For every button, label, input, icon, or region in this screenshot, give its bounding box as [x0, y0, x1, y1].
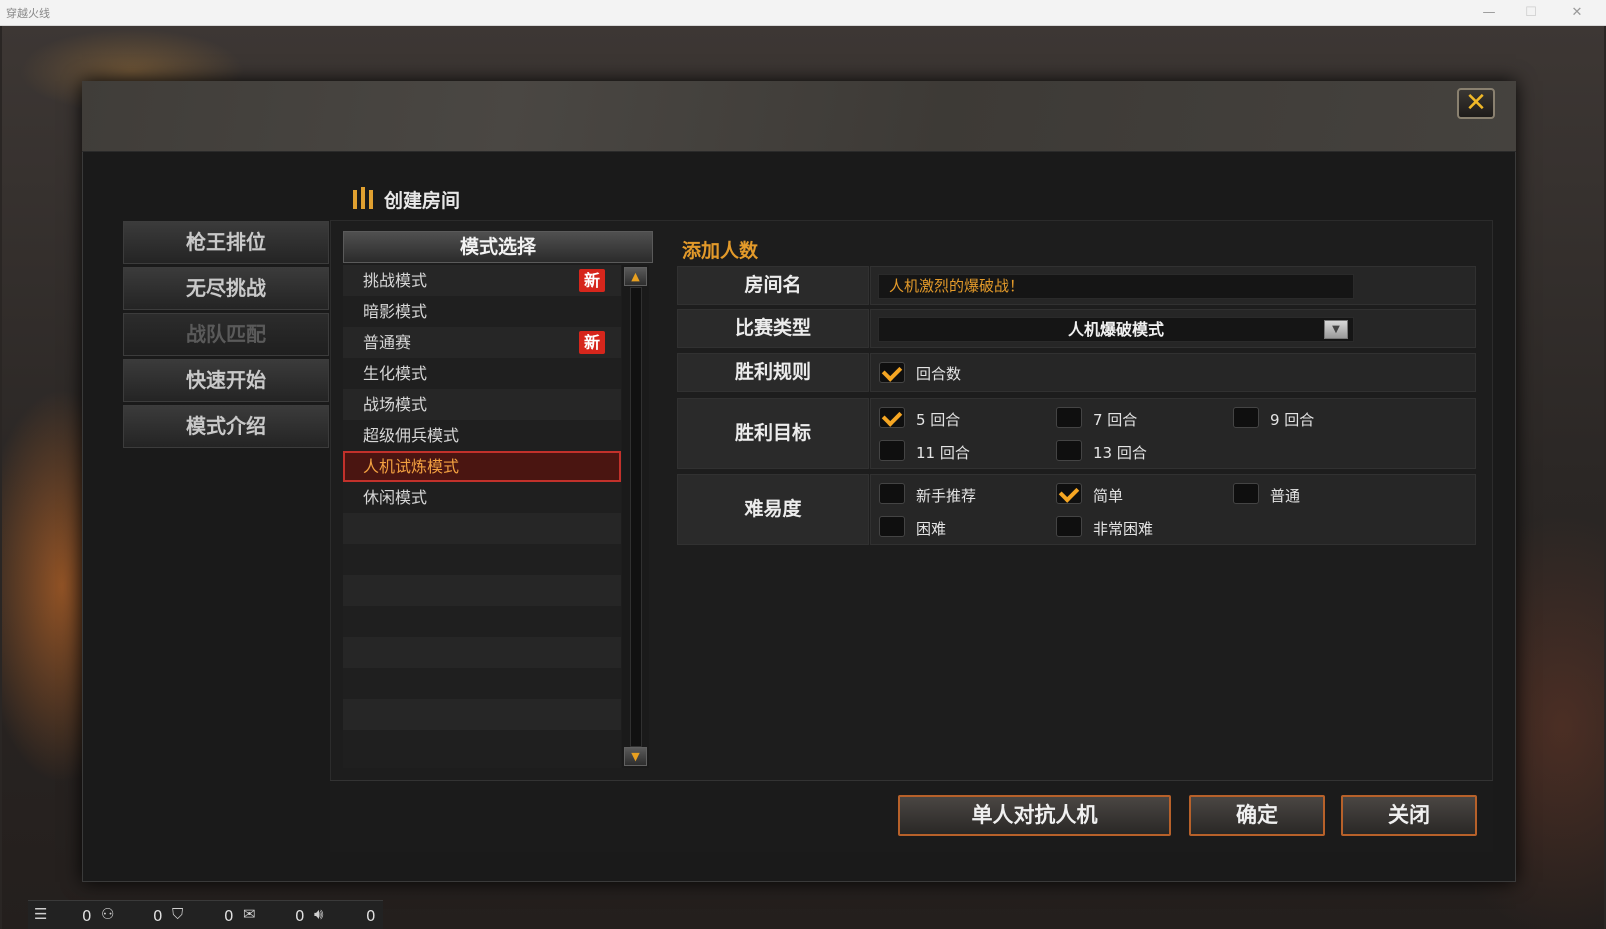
empty-row — [343, 575, 621, 606]
chat-icon[interactable]: ✉ — [243, 905, 256, 923]
win-rule-label: 胜利规则 — [677, 353, 869, 392]
empty-row — [343, 544, 621, 575]
mode-item-label: 普通赛 — [363, 333, 412, 352]
status-count: 0 — [224, 907, 234, 925]
sidebar-item-endless-challenge[interactable]: 无尽挑战 — [123, 267, 329, 310]
status-count: 0 — [153, 907, 163, 925]
mode-item-casual[interactable]: 休闲模式 — [343, 482, 621, 513]
friends-icon[interactable]: ⚇ — [101, 905, 114, 923]
empty-row — [343, 513, 621, 544]
mode-item-label: 战场模式 — [363, 395, 428, 414]
mode-item-challenge[interactable]: 挑战模式 新 — [343, 265, 621, 296]
status-count: 0 — [366, 907, 376, 925]
panel-header — [330, 173, 1493, 221]
difficulty-very-hard-checkbox[interactable] — [1056, 516, 1082, 537]
scroll-track[interactable] — [630, 287, 642, 747]
target-9-checkbox[interactable] — [1233, 407, 1259, 428]
panel-title: 创建房间 — [384, 190, 461, 212]
window-titlebar — [0, 0, 1606, 26]
target-7-label: 7 回合 — [1093, 411, 1138, 429]
empty-row — [343, 699, 621, 730]
win-rule-row: 回合数 — [870, 353, 1476, 392]
room-name-input[interactable]: 人机激烈的爆破战！ — [878, 274, 1354, 299]
status-count: 0 — [82, 907, 92, 925]
difficulty-hard-checkbox[interactable] — [879, 516, 905, 537]
difficulty-easy-label: 简单 — [1093, 487, 1124, 505]
minimize-icon[interactable]: — — [1474, 3, 1504, 23]
shield-icon[interactable]: ⛉ — [172, 905, 183, 923]
empty-row — [343, 668, 621, 699]
win-rule-rounds-label: 回合数 — [916, 365, 962, 383]
win-target-row: 5 回合 7 回合 9 回合 11 回合 13 回合 — [870, 398, 1476, 469]
mode-item-label: 生化模式 — [363, 364, 428, 383]
speaker-icon[interactable]: 🔊︎ — [314, 905, 323, 923]
target-13-label: 13 回合 — [1093, 444, 1147, 462]
difficulty-row: 新手推荐 简单 普通 困难 非常困难 — [870, 474, 1476, 545]
mode-item-label: 人机试炼模式 — [363, 457, 460, 476]
match-type-select[interactable]: 人机爆破模式 — [878, 317, 1354, 342]
win-rule-rounds-checkbox[interactable] — [879, 362, 905, 383]
bullets-icon — [353, 187, 373, 209]
status-count: 0 — [295, 907, 305, 925]
difficulty-normal-label: 普通 — [1270, 487, 1301, 505]
mode-item-ai-trial[interactable]: 人机试炼模式 — [343, 451, 621, 482]
dialog-top-band — [82, 81, 1516, 152]
difficulty-hard-label: 困难 — [916, 520, 947, 538]
mode-list: 挑战模式 新 暗影模式 普通赛 新 生化模式 战场模式 超级佣兵模式 人机试炼模… — [343, 265, 621, 768]
target-11-label: 11 回合 — [916, 444, 970, 462]
confirm-button[interactable]: 确定 — [1189, 795, 1325, 836]
empty-row — [343, 730, 621, 768]
mode-item-super-mercenary[interactable]: 超级佣兵模式 — [343, 420, 621, 451]
window-close-icon[interactable]: ✕ — [1562, 3, 1592, 23]
win-target-label: 胜利目标 — [677, 398, 869, 469]
target-11-checkbox[interactable] — [879, 440, 905, 461]
mode-item-normal-match[interactable]: 普通赛 新 — [343, 327, 621, 358]
mode-item-label: 休闲模式 — [363, 488, 428, 507]
window-title: 穿越火线 — [6, 7, 50, 20]
target-13-checkbox[interactable] — [1056, 440, 1082, 461]
mode-item-label: 暗影模式 — [363, 302, 428, 321]
sidebar-item-ranked[interactable]: 枪王排位 — [123, 221, 329, 264]
new-badge: 新 — [579, 331, 605, 354]
sidebar-item-clan-match: 战队匹配 — [123, 313, 329, 356]
mode-list-header: 模式选择 — [343, 231, 653, 263]
difficulty-beginner-checkbox[interactable] — [879, 483, 905, 504]
difficulty-easy-checkbox[interactable] — [1056, 483, 1082, 504]
close-button[interactable]: 关闭 — [1341, 795, 1477, 836]
scroll-down-icon[interactable]: ▼ — [624, 747, 647, 766]
target-5-checkbox[interactable] — [879, 407, 905, 428]
menu-icon[interactable]: ☰ — [34, 905, 47, 923]
target-9-label: 9 回合 — [1270, 411, 1315, 429]
empty-row — [343, 637, 621, 668]
sidebar-item-quick-start[interactable]: 快速开始 — [123, 359, 329, 402]
solo-vs-ai-button[interactable]: 单人对抗人机 — [898, 795, 1171, 836]
target-7-checkbox[interactable] — [1056, 407, 1082, 428]
empty-row — [343, 606, 621, 637]
maximize-icon[interactable]: ☐ — [1516, 3, 1546, 23]
dialog-close-icon[interactable]: ✕ — [1457, 88, 1495, 119]
mode-list-scrollbar[interactable]: ▲ ▼ — [622, 265, 649, 768]
mode-item-shadow[interactable]: 暗影模式 — [343, 296, 621, 327]
mode-item-battlefield[interactable]: 战场模式 — [343, 389, 621, 420]
chevron-down-icon[interactable]: ▼ — [1324, 320, 1348, 339]
new-badge: 新 — [579, 269, 605, 292]
sidebar-item-mode-intro[interactable]: 模式介绍 — [123, 405, 329, 448]
target-5-label: 5 回合 — [916, 411, 961, 429]
scroll-up-icon[interactable]: ▲ — [624, 267, 647, 286]
mode-item-label: 挑战模式 — [363, 271, 428, 290]
room-name-label: 房间名 — [677, 266, 869, 305]
mode-item-zombie[interactable]: 生化模式 — [343, 358, 621, 389]
difficulty-label: 难易度 — [677, 474, 869, 545]
difficulty-normal-checkbox[interactable] — [1233, 483, 1259, 504]
mode-item-label: 超级佣兵模式 — [363, 426, 460, 445]
difficulty-very-hard-label: 非常困难 — [1093, 520, 1154, 538]
match-type-label: 比赛类型 — [677, 309, 869, 348]
difficulty-beginner-label: 新手推荐 — [916, 487, 977, 505]
add-players-link[interactable]: 添加人数 — [682, 236, 758, 263]
status-bar: ☰ 0 ⚇ 0 ⛉ 0 ✉ 0 🔊︎ 0 — [28, 900, 383, 929]
